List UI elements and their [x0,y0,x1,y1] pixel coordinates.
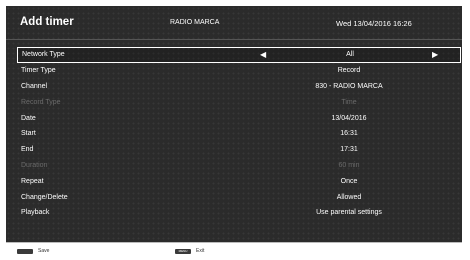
row-value: All [346,51,354,59]
row-duration: Duration 60 min [17,158,461,174]
add-timer-screen: Add timer RADIO MARCA Wed 13/04/2016 16:… [6,6,462,242]
row-label: Playback [21,209,50,217]
row-value: 60 min [338,161,360,169]
header-datetime: Wed 13/04/2016 16:26 [336,19,412,28]
row-channel[interactable]: Channel 830 - RADIO MARCA [17,79,461,95]
row-start[interactable]: Start 16:31 [17,126,461,142]
row-label: Record Type [21,98,61,106]
row-repeat[interactable]: Repeat Once [17,173,461,189]
row-label: Date [21,114,36,122]
row-end[interactable]: End 17:31 [17,142,461,158]
header: Add timer RADIO MARCA Wed 13/04/2016 16:… [6,6,462,42]
row-value: Record [337,67,361,75]
ok-key-icon[interactable] [17,249,33,254]
row-label: Start [21,130,36,138]
row-value: 17:31 [340,146,358,154]
row-timer-type[interactable]: Timer Type Record [17,63,461,79]
row-label: Network Type [22,51,65,59]
timer-settings-list: Network Type ◀ All ▶ Timer Type Record C… [17,47,461,221]
row-value: Once [340,177,358,185]
exit-hint: Exit [196,248,205,254]
row-network-type[interactable]: Network Type ◀ All ▶ [17,47,461,63]
menu-key-icon[interactable]: MENU [175,249,191,254]
save-hint: Save [38,248,50,254]
footer-divider [6,242,462,243]
header-divider [6,39,462,40]
row-value: Use parental settings [316,209,382,217]
row-value: 16:31 [340,130,358,138]
row-value: Allowed [336,193,362,201]
row-label: Duration [21,161,48,169]
row-value: 13/04/2016 [331,114,367,122]
arrow-right-icon[interactable]: ▶ [432,50,438,59]
page-title: Add timer [20,16,74,28]
row-label: Timer Type [21,67,56,75]
row-change-delete[interactable]: Change/Delete Allowed [17,189,461,205]
row-value: 830 - RADIO MARCA [315,82,383,90]
row-label: End [21,146,34,154]
row-record-type: Record Type Time [17,94,461,110]
row-date[interactable]: Date 13/04/2016 [17,110,461,126]
row-playback[interactable]: Playback Use parental settings [17,205,461,221]
row-label: Change/Delete [21,193,68,201]
row-label: Channel [21,82,48,90]
row-label: Repeat [21,177,44,185]
row-value: Time [341,98,357,106]
header-channel-name: RADIO MARCA [170,19,220,26]
